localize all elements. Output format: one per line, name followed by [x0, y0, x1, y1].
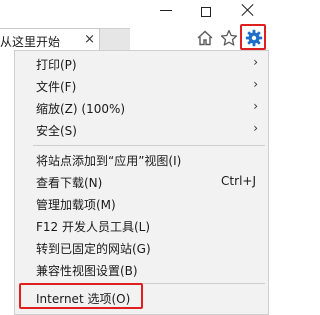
submenu-arrow-icon: › — [253, 121, 258, 135]
menu-item-label: 缩放(Z) (100%) — [36, 102, 126, 116]
menu-item-label: 查看下载(N) — [36, 176, 103, 190]
menu-item-view-downloads[interactable]: 查看下载(N) Ctrl+J — [15, 171, 268, 193]
gear-icon — [245, 29, 263, 47]
tools-button-highlight[interactable] — [240, 24, 266, 50]
menu-item-label: F12 开发人员工具(L) — [36, 220, 151, 234]
menu-item-pinned-sites[interactable]: 转到已固定的网站(G) — [15, 237, 268, 259]
tab-title: 从这里开始 — [0, 35, 61, 49]
home-icon[interactable] — [196, 29, 214, 47]
toolbar-spacer — [130, 28, 190, 52]
menu-item-zoom[interactable]: 缩放(Z) (100%) › — [15, 97, 268, 119]
submenu-arrow-icon: › — [253, 77, 258, 91]
maximize-button[interactable] — [201, 7, 211, 17]
menu-item-safety[interactable]: 安全(S) › — [15, 119, 268, 141]
menu-item-label: 将站点添加到“应用”视图(I) — [36, 154, 182, 168]
submenu-arrow-icon: › — [253, 99, 258, 113]
menu-item-add-site-to-apps[interactable]: 将站点添加到“应用”视图(I) — [15, 149, 268, 171]
close-window-button[interactable] — [241, 3, 255, 17]
menu-item-label: 转到已固定的网站(G) — [36, 242, 151, 256]
submenu-arrow-icon: › — [253, 55, 258, 69]
tab-close-button[interactable]: × — [84, 32, 95, 47]
menu-item-label: 兼容性视图设置(B) — [36, 264, 138, 278]
tools-menu: 打印(P) › 文件(F) › 缩放(Z) (100%) › 安全(S) › 将… — [14, 50, 269, 315]
minimize-button[interactable] — [159, 0, 173, 14]
menu-item-label: 打印(P) — [36, 58, 77, 72]
menu-item-file[interactable]: 文件(F) › — [15, 75, 268, 97]
internet-options-highlight — [19, 283, 143, 309]
menu-separator — [33, 145, 265, 146]
menu-item-shortcut: Ctrl+J — [221, 174, 256, 188]
star-icon[interactable] — [220, 29, 238, 47]
new-tab-button[interactable] — [100, 28, 130, 52]
menu-item-f12-devtools[interactable]: F12 开发人员工具(L) — [15, 215, 268, 237]
menu-item-label: 文件(F) — [36, 80, 77, 94]
window-controls — [149, 0, 269, 22]
menu-item-print[interactable]: 打印(P) › — [15, 53, 268, 75]
menu-item-label: 安全(S) — [36, 124, 77, 138]
menu-item-compat-view[interactable]: 兼容性视图设置(B) — [15, 259, 268, 281]
tab-start-page[interactable]: 从这里开始 × — [0, 28, 100, 52]
menu-item-label: 管理加载项(M) — [36, 198, 116, 212]
menu-item-manage-addons[interactable]: 管理加载项(M) — [15, 193, 268, 215]
